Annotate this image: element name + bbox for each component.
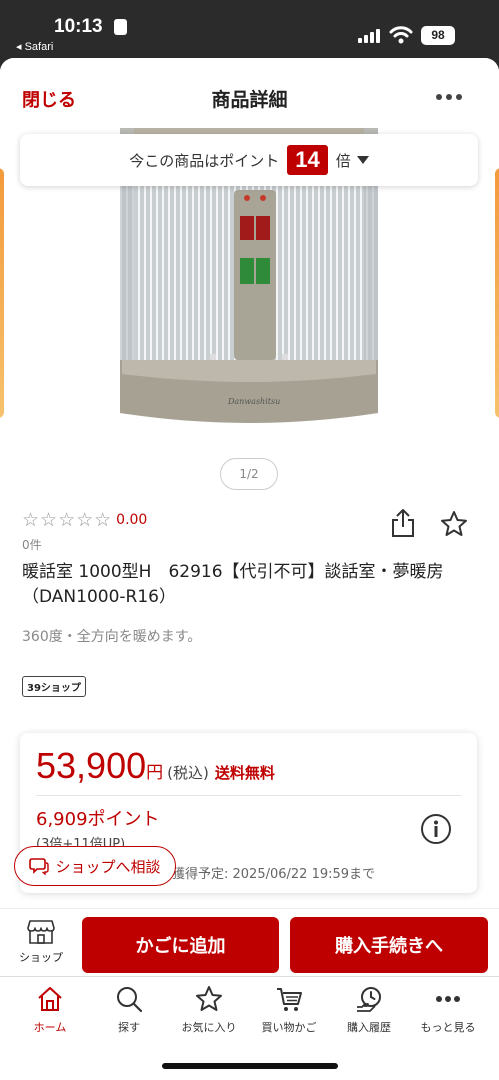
home-indicator: [162, 1063, 338, 1069]
contact-shop-button[interactable]: ショップへ相談: [14, 846, 176, 886]
history-icon: [357, 987, 381, 1012]
shop-badge: 39ショップ: [22, 676, 86, 697]
clock: 10:13: [54, 16, 103, 37]
price-divider: [36, 795, 461, 796]
shop-button[interactable]: ショップ: [16, 919, 66, 965]
rating-stars: ☆☆☆☆☆: [22, 509, 113, 531]
status-bar: 10:13 ◂ Safari 98: [0, 0, 499, 58]
tab-more[interactable]: もっと見る: [407, 985, 489, 1035]
tab-history[interactable]: 購入履歴: [328, 985, 410, 1035]
nav-bar: 閉じる 商品詳細: [0, 58, 499, 128]
tab-favorites[interactable]: お気に入り: [168, 985, 250, 1035]
points-multiplier-badge: 14: [287, 145, 328, 175]
product-sheet: 閉じる 商品詳細 Danwashitsu 今この商品はポイント 14 倍 1/2…: [0, 58, 499, 1080]
rating-value: 0.00: [116, 512, 148, 528]
tab-more-label: もっと見る: [420, 1021, 476, 1034]
tab-cart-label: 買い物かご: [261, 1021, 317, 1034]
tab-search[interactable]: 探す: [88, 985, 170, 1035]
chat-bubble-icon: [29, 858, 50, 875]
previous-image-peek: [0, 168, 4, 418]
product-description: 360度・全方向を暖めます。: [22, 629, 202, 645]
search-icon: [117, 987, 143, 1013]
caret-down-icon: [356, 156, 369, 164]
next-image-peek: [495, 168, 499, 418]
points-banner-suffix: 倍: [335, 151, 351, 170]
contact-shop-label: ショップへ相談: [55, 857, 161, 876]
more-icon: [436, 996, 460, 1002]
tab-cart[interactable]: 買い物かご: [248, 985, 330, 1035]
points-earned: 6,909ポイント: [36, 809, 160, 830]
storefront-icon: [27, 920, 55, 944]
page-title: 商品詳細: [211, 89, 288, 111]
cart-icon: [277, 988, 302, 1011]
price-tax-note: (税込): [167, 764, 209, 782]
points-multiplier-banner[interactable]: 今この商品はポイント 14 倍: [20, 134, 478, 186]
free-shipping-label: 送料無料: [214, 764, 275, 782]
price-currency: 円: [146, 763, 164, 783]
info-icon[interactable]: [420, 813, 452, 845]
battery-indicator: 98: [421, 26, 455, 45]
share-icon[interactable]: [390, 508, 416, 538]
cellular-signal-icon: [358, 27, 382, 43]
image-pager: 1/2: [220, 458, 278, 490]
star-icon: [196, 986, 222, 1011]
review-count: 0件: [22, 538, 42, 552]
home-icon: [38, 987, 62, 1011]
product-title: 暖話室 1000型H 62916【代引不可】談話室・夢暖房（DAN1000-R1…: [22, 562, 444, 607]
tab-history-label: 購入履歴: [347, 1021, 391, 1034]
add-to-cart-button[interactable]: かごに追加: [82, 917, 279, 973]
shop-button-label: ショップ: [19, 951, 63, 964]
points-deadline: 獲得予定: 2025/06/22 19:59まで: [172, 867, 376, 882]
checkout-button[interactable]: 購入手続きへ: [290, 917, 488, 973]
action-bar: ショップ かごに追加 購入手続きへ: [0, 908, 499, 978]
tab-home-label: ホーム: [33, 1021, 67, 1034]
back-to-app-link[interactable]: ◂ Safari: [16, 40, 53, 53]
tab-home[interactable]: ホーム: [9, 985, 91, 1035]
favorite-star-icon[interactable]: [440, 510, 468, 538]
points-banner-prefix: 今この商品はポイント: [129, 151, 280, 170]
tab-bar: ホーム 探す お気に入り 買い物かご 購入履歴 もっと見る: [0, 976, 499, 1080]
tab-search-label: 探す: [118, 1021, 140, 1034]
orientation-lock-icon: [114, 19, 127, 35]
price-amount: 53,900: [36, 745, 147, 786]
rating-row[interactable]: ☆☆☆☆☆ 0.00: [22, 509, 148, 531]
wifi-icon: [389, 26, 413, 44]
more-options-icon[interactable]: [432, 94, 466, 102]
tab-favorites-label: お気に入り: [181, 1021, 237, 1034]
brand-logo-text: Danwashitsu: [227, 397, 280, 406]
